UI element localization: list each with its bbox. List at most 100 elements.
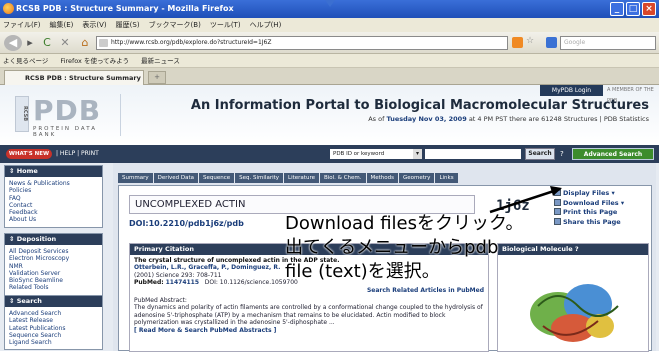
sidebar-head-search[interactable]: ⇕ Search bbox=[5, 296, 102, 307]
reload-button[interactable]: C bbox=[40, 35, 54, 51]
sidebar-link[interactable]: About Us bbox=[9, 216, 98, 223]
maximize-button[interactable]: □ bbox=[626, 2, 640, 16]
display-files-label: Display Files ▾ bbox=[563, 189, 615, 197]
advanced-search-button[interactable]: Advanced Search bbox=[572, 148, 654, 160]
home-button[interactable]: ⌂ bbox=[78, 35, 92, 51]
structure-doi[interactable]: DOI:10.2210/pdb1j6z/pdb bbox=[129, 219, 244, 228]
whats-new-button[interactable]: WHAT'S NEW bbox=[6, 149, 52, 159]
menu-view[interactable]: 表示(V) bbox=[82, 18, 106, 32]
sidebar-link[interactable]: Related Tools bbox=[9, 284, 98, 291]
sidebar-head-deposition[interactable]: ⇕ Deposition bbox=[5, 234, 102, 245]
stop-button[interactable]: ✕ bbox=[58, 35, 72, 51]
forward-button[interactable]: ▸ bbox=[24, 35, 36, 51]
display-files-link[interactable]: Display Files ▾ bbox=[554, 189, 624, 199]
sidebar-link[interactable]: Latest Publications bbox=[9, 325, 98, 332]
pubmed-id-link[interactable]: 11474115 bbox=[166, 279, 199, 286]
help-print-links[interactable]: | HELP | PRINT bbox=[56, 149, 99, 159]
tab-literature[interactable]: Literature bbox=[284, 173, 319, 183]
sidebar-link[interactable]: News & Publications bbox=[9, 180, 98, 187]
sidebar-link[interactable]: All Deposit Services bbox=[9, 248, 98, 255]
rcsb-mark: RCSB bbox=[15, 96, 29, 132]
bookmark-item[interactable]: よく見るページ bbox=[3, 54, 48, 67]
sidebar-head-label: Deposition bbox=[16, 235, 57, 243]
tab-seq-similarity[interactable]: Seq. Similarity bbox=[235, 173, 284, 183]
firefox-icon bbox=[3, 3, 14, 14]
address-url: http://www.rcsb.org/pdb/explore.do?struc… bbox=[111, 39, 272, 46]
sidebar-link[interactable]: Feedback bbox=[9, 209, 98, 216]
tab-bar: RCSB PDB : Structure Summary + bbox=[0, 68, 659, 85]
bookmark-item[interactable]: Firefox を使ってみよう bbox=[60, 54, 129, 67]
sidebar-link[interactable]: Sequence Search bbox=[9, 332, 98, 339]
print-icon bbox=[554, 208, 561, 215]
site-nav-row: WHAT'S NEW | HELP | PRINT PDB ID or keyw… bbox=[0, 145, 659, 163]
sidebar-links: News & Publications Policies FAQ Contact… bbox=[5, 177, 102, 227]
back-button[interactable]: ◀ bbox=[4, 35, 22, 51]
help-icon[interactable]: ? bbox=[560, 149, 564, 159]
tab-sequence[interactable]: Sequence bbox=[199, 173, 235, 183]
site-search-input[interactable] bbox=[425, 149, 521, 159]
close-button[interactable]: × bbox=[642, 2, 656, 16]
search-type-value: PDB ID or keyword bbox=[333, 151, 385, 157]
pdb-banner: RCSB PDB PROTEIN DATA BANK MyPDB Login A… bbox=[0, 85, 659, 145]
sidebar-link[interactable]: Policies bbox=[9, 187, 98, 194]
tab-methods[interactable]: Methods bbox=[366, 173, 399, 183]
window-title: RCSB PDB : Structure Summary - Mozilla F… bbox=[16, 4, 234, 13]
sidebar-link[interactable]: Advanced Search bbox=[9, 310, 98, 317]
tab-links[interactable]: Links bbox=[435, 173, 458, 183]
sidebar-head-home[interactable]: ⇕ Home bbox=[5, 166, 102, 177]
sidebar-head-label: Search bbox=[16, 297, 42, 305]
tab-biol-chem[interactable]: Biol. & Chem. bbox=[319, 173, 366, 183]
pdb-statistics-link[interactable]: | PDB Statistics bbox=[600, 115, 649, 123]
sidebar-home: ⇕ Home News & Publications Policies FAQ … bbox=[4, 165, 103, 228]
share-page-label: Share this Page bbox=[563, 217, 621, 226]
star-icon[interactable]: ☆ bbox=[526, 36, 534, 46]
menu-help[interactable]: ヘルプ(H) bbox=[250, 18, 282, 32]
address-bar[interactable]: http://www.rcsb.org/pdb/explore.do?struc… bbox=[96, 36, 508, 50]
menu-tools[interactable]: ツール(T) bbox=[210, 18, 241, 32]
sidebar-link[interactable]: Contact bbox=[9, 202, 98, 209]
pdb-logo[interactable]: RCSB PDB PROTEIN DATA BANK bbox=[13, 94, 121, 138]
download-files-link[interactable]: Download Files ▾ bbox=[554, 198, 624, 209]
new-tab-button[interactable]: + bbox=[148, 71, 166, 84]
annotation-text: Download filesをクリック。出てくるメニューからpdb file (… bbox=[285, 213, 524, 282]
tab-structure-summary[interactable]: RCSB PDB : Structure Summary bbox=[4, 70, 144, 85]
read-more-link[interactable]: [ Read More & Search PubMed Abstracts ] bbox=[134, 327, 484, 334]
related-articles-link[interactable]: Search Related Articles in PubMed bbox=[134, 287, 484, 294]
navigation-toolbar: ◀ ▸ C ✕ ⌂ http://www.rcsb.org/pdb/explor… bbox=[0, 32, 659, 54]
share-page-link[interactable]: Share this Page bbox=[554, 217, 624, 228]
search-type-select[interactable]: PDB ID or keyword ▾ bbox=[330, 149, 422, 159]
rss-icon[interactable] bbox=[512, 37, 523, 48]
tab-derived-data[interactable]: Derived Data bbox=[153, 173, 199, 183]
file-icon bbox=[554, 189, 561, 196]
help-icon[interactable]: ? bbox=[575, 245, 579, 253]
as-of-prefix: As of bbox=[368, 115, 385, 123]
abstract-text: The dynamics and polarity of actin filam… bbox=[134, 304, 483, 327]
menu-bookmarks[interactable]: ブックマーク(B) bbox=[149, 18, 201, 32]
sidebar-link[interactable]: FAQ bbox=[9, 195, 98, 202]
google-icon[interactable] bbox=[546, 37, 557, 48]
sidebar-link[interactable]: Ligand Search bbox=[9, 339, 98, 346]
sidebar-head-label: Home bbox=[16, 167, 38, 175]
menu-file[interactable]: ファイル(F) bbox=[3, 18, 41, 32]
tab-summary[interactable]: Summary bbox=[118, 173, 153, 183]
left-sidebar: ⇕ Home News & Publications Policies FAQ … bbox=[0, 163, 107, 351]
mypdb-login-button[interactable]: MyPDB Login bbox=[540, 85, 603, 96]
minimize-button[interactable]: _ bbox=[610, 2, 624, 16]
sidebar-link[interactable]: BioSync Beamline bbox=[9, 277, 98, 284]
site-search-button[interactable]: Search bbox=[525, 148, 555, 160]
menu-edit[interactable]: 編集(E) bbox=[50, 18, 74, 32]
tab-geometry[interactable]: Geometry bbox=[399, 173, 435, 183]
molecule-image[interactable] bbox=[518, 266, 628, 352]
bookmark-item[interactable]: 最新ニュース bbox=[141, 54, 180, 67]
search-box[interactable]: Google bbox=[560, 36, 656, 50]
cursor-marker bbox=[325, 0, 335, 7]
citation-doi[interactable]: DOI: 10.1126/science.1059700 bbox=[205, 279, 298, 286]
sidebar-deposition: ⇕ Deposition All Deposit Services Electr… bbox=[4, 233, 103, 296]
sidebar-link[interactable]: Electron Microscopy bbox=[9, 255, 98, 262]
print-page-link[interactable]: Print this Page bbox=[554, 208, 624, 218]
menu-history[interactable]: 履歴(S) bbox=[116, 18, 140, 32]
sidebar-link[interactable]: NMR bbox=[9, 263, 98, 270]
sidebar-link[interactable]: Validation Server bbox=[9, 270, 98, 277]
bookmarks-bar: よく見るページ Firefox を使ってみよう 最新ニュース bbox=[0, 54, 659, 68]
sidebar-link[interactable]: Latest Release bbox=[9, 317, 98, 324]
